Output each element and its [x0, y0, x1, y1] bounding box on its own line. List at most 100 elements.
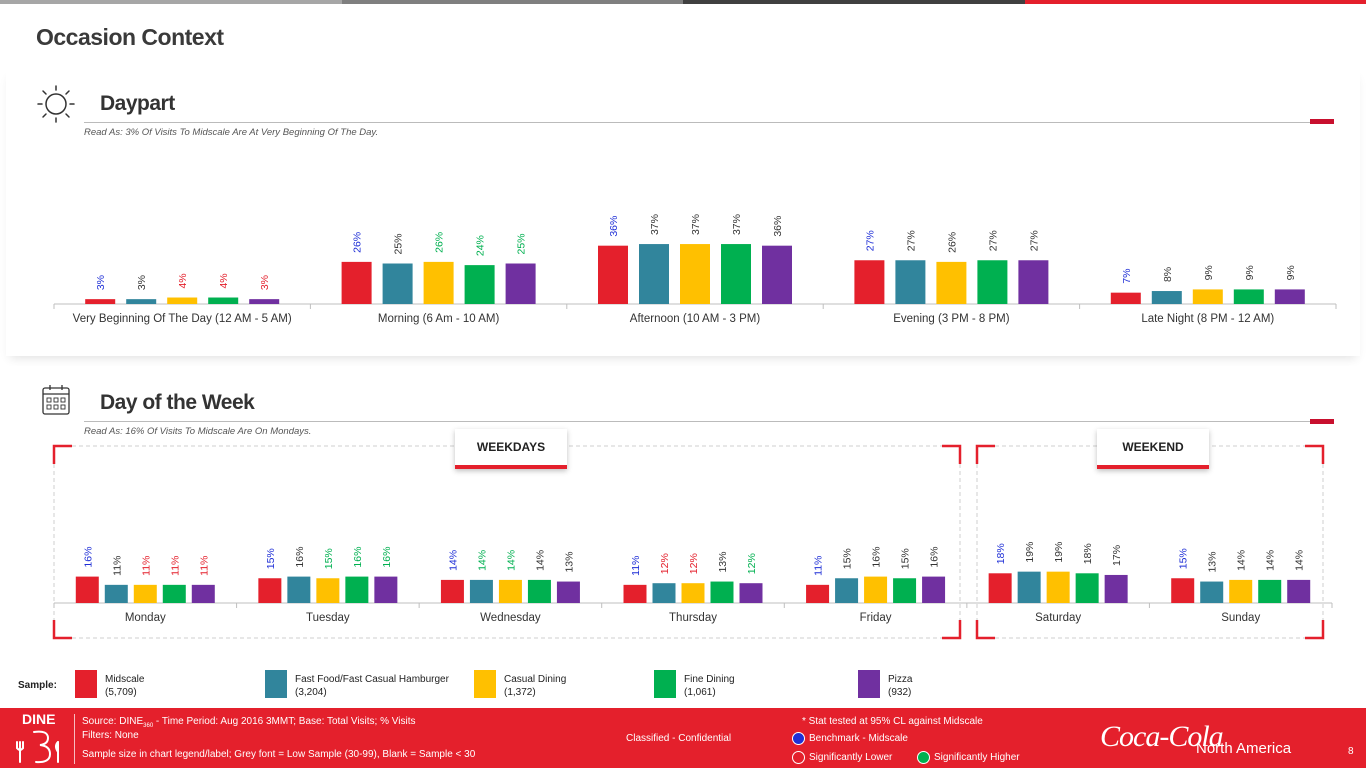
data-label: 14% — [534, 550, 546, 571]
data-label: 13% — [717, 552, 729, 573]
legend-swatch — [75, 670, 97, 698]
green-dot-icon — [917, 751, 930, 764]
data-label: 11% — [630, 556, 642, 576]
data-label: 14% — [505, 550, 517, 571]
bar — [287, 576, 311, 603]
sample-legend: Sample: Midscale (5,709) Fast Food/Fast C… — [0, 668, 1366, 702]
page-number: 8 — [1348, 746, 1354, 757]
sample-size-note: Sample size in chart legend/label; Grey … — [82, 749, 476, 760]
legend-name: Casual Dining — [504, 674, 567, 685]
data-label: 14% — [447, 550, 459, 571]
bar — [556, 581, 580, 603]
legend-swatch — [858, 670, 880, 698]
footer-divider — [74, 714, 75, 764]
category-label: Saturday — [1035, 612, 1081, 624]
bar — [623, 584, 647, 603]
data-label: 16% — [381, 547, 393, 568]
bar — [440, 579, 464, 603]
legend-sample: (1,061) — [684, 687, 716, 698]
stat-test-note: * Stat tested at 95% CL against Midscale — [802, 716, 983, 727]
bar — [133, 584, 157, 603]
data-label: 11% — [140, 556, 152, 576]
data-label: 15% — [842, 548, 854, 569]
bar — [652, 583, 676, 603]
bar — [75, 576, 99, 603]
data-label: 11% — [111, 556, 123, 576]
bar — [469, 579, 493, 603]
bar — [739, 583, 763, 603]
data-label: 19% — [1053, 542, 1065, 563]
data-label: 16% — [352, 547, 364, 568]
legend-swatch — [265, 670, 287, 698]
data-label: 19% — [1024, 542, 1036, 563]
legend-item-midscale: Midscale (5,709) — [75, 670, 144, 699]
bar — [1287, 579, 1311, 603]
legend-swatch — [474, 670, 496, 698]
data-label: 16% — [929, 547, 941, 568]
bar — [162, 584, 186, 603]
bar — [1200, 581, 1224, 603]
legend-item-fast-food: Fast Food/Fast Casual Hamburger (3,204) — [265, 670, 449, 699]
sig-higher-legend: Significantly Higher — [917, 751, 1020, 764]
data-label: 15% — [900, 548, 912, 569]
bar — [1229, 579, 1253, 603]
classified-note: Classified - Confidential — [626, 733, 732, 744]
red-dot-icon — [792, 751, 805, 764]
data-label: 11% — [813, 556, 825, 576]
category-label: Sunday — [1221, 612, 1260, 624]
category-label: Wednesday — [480, 612, 541, 624]
category-label: Friday — [860, 612, 892, 624]
source-note: Source: DINE360 - Time Period: Aug 2016 … — [82, 716, 416, 729]
bar — [1075, 573, 1099, 603]
data-label: 14% — [1294, 550, 1306, 571]
bar — [527, 579, 551, 603]
data-label: 16% — [871, 547, 883, 568]
bar — [258, 578, 282, 603]
data-label: 14% — [1236, 550, 1248, 571]
bar — [893, 578, 917, 603]
legend-item-pizza: Pizza (932) — [858, 670, 912, 699]
data-label: 17% — [1111, 545, 1123, 566]
data-label: 18% — [995, 543, 1007, 564]
data-label: 12% — [746, 553, 758, 574]
data-label: 16% — [82, 547, 94, 568]
benchmark-legend: Benchmark - Midscale — [792, 732, 908, 745]
bar — [835, 578, 859, 603]
legend-item-casual-dining: Casual Dining (1,372) — [474, 670, 566, 699]
bar — [345, 576, 369, 603]
data-label: 13% — [1207, 552, 1219, 573]
legend-item-fine-dining: Fine Dining (1,061) — [654, 670, 735, 699]
dine-360-logo-icon — [16, 730, 59, 764]
bar — [1171, 578, 1195, 603]
data-label: 15% — [265, 548, 277, 569]
data-label: 18% — [1082, 543, 1094, 564]
sig-lower-legend: Significantly Lower — [792, 751, 892, 764]
data-label: 11% — [169, 556, 181, 576]
bar — [191, 584, 215, 603]
region-label: North America — [1196, 740, 1292, 757]
legend-name: Pizza — [888, 674, 913, 685]
bar — [864, 576, 888, 603]
legend-sample: (1,372) — [504, 687, 536, 698]
legend-name: Fast Food/Fast Casual Hamburger — [295, 674, 449, 685]
data-label: 15% — [323, 548, 335, 569]
bar — [681, 583, 705, 603]
legend-sample: (3,204) — [295, 687, 327, 698]
bar — [374, 576, 398, 603]
legend-name: Fine Dining — [684, 674, 735, 685]
data-label: 12% — [688, 553, 700, 574]
legend-name: Midscale — [105, 674, 145, 685]
bar — [316, 578, 340, 603]
filters-note: Filters: None — [82, 730, 139, 741]
bar — [710, 581, 734, 603]
bar — [1046, 571, 1070, 603]
dow-chart: 16% 11% 11% 11% 11% Monday 15% 16% 15% 16% 16% Tues… — [53, 542, 1333, 624]
category-label: Monday — [125, 612, 166, 624]
legend-sample: (932) — [888, 687, 912, 698]
footer: DINE Source: DINE360 - Time Period: Aug … — [0, 708, 1366, 768]
data-label: 14% — [1265, 550, 1277, 571]
legend-sample: (5,709) — [105, 687, 137, 698]
dine-logo: DINE — [22, 711, 56, 727]
data-label: 14% — [476, 550, 488, 571]
data-label: 16% — [294, 547, 306, 568]
